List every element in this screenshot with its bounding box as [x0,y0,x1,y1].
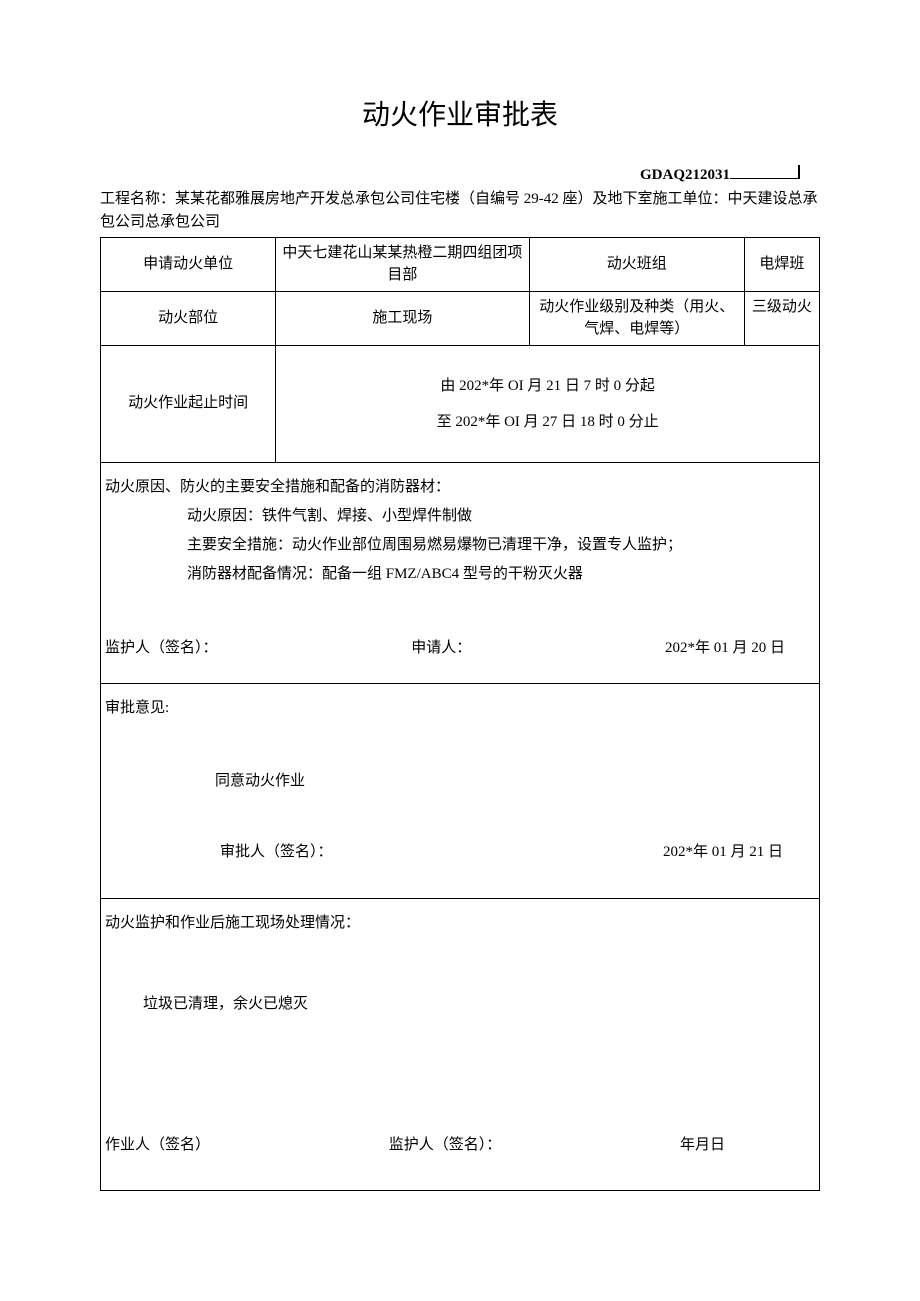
applicant-sign-label: 申请人： [411,634,471,663]
table-row: 申请动火单位 中天七建花山某某热橙二期四组团项目部 动火班组 电焊班 [101,237,820,291]
form-code-line: GDAQ212031 [100,165,820,184]
table-row: 动火原因、防火的主要安全措施和配备的消防器材： 动火原因：铁件气割、焊接、小型焊… [101,462,820,683]
block1-reason: 动火原因：铁件气割、焊接、小型焊件制做 [105,502,815,531]
form-code: GDAQ212031 [640,167,730,183]
reason-measures-block: 动火原因、防火的主要安全措施和配备的消防器材： 动火原因：铁件气割、焊接、小型焊… [101,462,820,683]
operator-sign-label: 作业人（签名） [105,1131,210,1160]
project-label: 工程名称： [100,191,175,207]
label-fire-team: 动火班组 [529,237,744,291]
label-applicant-unit: 申请动火单位 [101,237,276,291]
table-row: 动火部位 施工现场 动火作业级别及种类（用火、气焊、电焊等） 三级动火 [101,291,820,345]
table-row: 审批意见: 同意动火作业 审批人（签名）： 202*年 01 月 21 日 [101,683,820,898]
value-fire-period: 由 202*年 OI 月 21 日 7 时 0 分起 至 202*年 OI 月 … [276,345,820,462]
form-code-blank [730,165,800,179]
block1-measure: 主要安全措施：动火作业部位周围易燃易爆物已清理干净，设置专人监护； [105,531,815,560]
block1-date: 202*年 01 月 20 日 [665,634,785,663]
block2-text: 同意动火作业 [105,767,815,796]
project-line: 工程名称：某某花都雅展房地产开发总承包公司住宅楼（自编号 29-42 座）及地下… [100,188,820,235]
label-fire-class: 动火作业级别及种类（用火、气焊、电焊等） [529,291,744,345]
approver-sign-label: 审批人（签名）： [220,838,333,867]
supervisor-sign-label: 监护人（签名）： [105,634,218,663]
block3-date: 年月日 [680,1131,725,1160]
value-fire-class: 三级动火 [744,291,819,345]
label-fire-location: 动火部位 [101,291,276,345]
label-fire-period: 动火作业起止时间 [101,345,276,462]
project-text: 某某花都雅展房地产开发总承包公司住宅楼（自编号 29-42 座）及地下室施工单位… [100,191,818,230]
approval-form-table: 申请动火单位 中天七建花山某某热橙二期四组团项目部 动火班组 电焊班 动火部位 … [100,237,820,1192]
block2-date: 202*年 01 月 21 日 [663,838,783,867]
site-handling-block: 动火监护和作业后施工现场处理情况： 垃圾已清理，余火已熄灭 作业人（签名） 监护… [101,898,820,1191]
approval-opinion-block: 审批意见: 同意动火作业 审批人（签名）： 202*年 01 月 21 日 [101,683,820,898]
block2-heading: 审批意见: [105,694,815,723]
value-fire-team: 电焊班 [744,237,819,291]
block3-heading: 动火监护和作业后施工现场处理情况： [105,909,815,938]
value-fire-location: 施工现场 [276,291,529,345]
table-row: 动火作业起止时间 由 202*年 OI 月 21 日 7 时 0 分起 至 20… [101,345,820,462]
block1-equip: 消防器材配备情况：配备一组 FMZ/ABC4 型号的干粉灭火器 [105,560,815,589]
period-end: 至 202*年 OI 月 27 日 18 时 0 分止 [276,404,819,440]
period-start: 由 202*年 OI 月 21 日 7 时 0 分起 [276,368,819,404]
value-applicant-unit: 中天七建花山某某热橙二期四组团项目部 [276,237,529,291]
table-row: 动火监护和作业后施工现场处理情况： 垃圾已清理，余火已熄灭 作业人（签名） 监护… [101,898,820,1191]
block3-text: 垃圾已清理，余火已熄灭 [105,990,815,1019]
supervisor-sign-label-2: 监护人（签名）： [389,1131,502,1160]
block1-heading: 动火原因、防火的主要安全措施和配备的消防器材： [105,473,815,502]
page-title: 动火作业审批表 [100,93,820,133]
